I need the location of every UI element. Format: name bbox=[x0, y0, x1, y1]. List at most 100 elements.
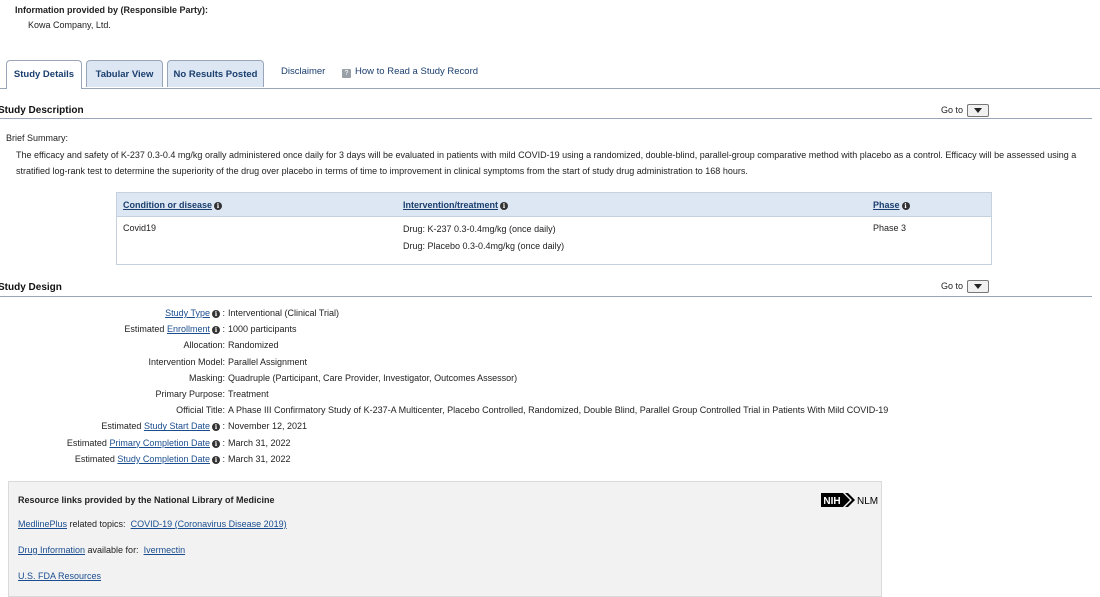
label-colon: : bbox=[219, 453, 225, 464]
nlm-logo-text: NLM bbox=[857, 496, 878, 507]
design-label-prefix: Estimated bbox=[124, 324, 167, 335]
condition-header-link[interactable]: Condition or disease bbox=[123, 200, 212, 210]
design-value: Quadruple (Participant, Care Provider, I… bbox=[228, 372, 518, 383]
design-label-link[interactable]: Enrollment bbox=[167, 324, 210, 334]
tab-study-details[interactable]: Study Details bbox=[6, 60, 82, 89]
goto-label: Go to bbox=[941, 280, 964, 291]
goto-study-description: Go to bbox=[941, 104, 990, 117]
info-icon[interactable]: i bbox=[211, 439, 220, 448]
design-label: Study Type i : bbox=[165, 305, 225, 321]
help-icon: ? bbox=[342, 69, 351, 78]
goto-study-design: Go to bbox=[941, 280, 990, 293]
table-header-row: Condition or disease i Intervention/treat… bbox=[116, 192, 992, 217]
table-row: Covid19 Drug: K-237 0.3-0.4mg/kg (once d… bbox=[116, 216, 992, 265]
design-label: Estimated Enrollment i : bbox=[124, 321, 225, 337]
info-icon[interactable]: i bbox=[500, 201, 509, 210]
design-row: Masking: Quadruple (Participant, Care Pro… bbox=[0, 370, 1100, 386]
design-row: Estimated Enrollment i :1000 participants bbox=[0, 321, 1100, 337]
design-label: Intervention Model: bbox=[148, 354, 225, 370]
intervention-header-link[interactable]: Intervention/treatment bbox=[403, 200, 498, 210]
phase-cell: Phase 3 bbox=[867, 216, 992, 265]
tab-no-results-posted[interactable]: No Results Posted bbox=[167, 60, 264, 87]
how-to-read-label: How to Read a Study Record bbox=[355, 66, 479, 77]
design-value: Treatment bbox=[228, 389, 269, 399]
design-row: Estimated Primary Completion Date i : Marc… bbox=[0, 435, 1100, 451]
design-label-link[interactable]: Primary Completion Date bbox=[109, 438, 210, 448]
info-icon[interactable]: i bbox=[901, 201, 910, 210]
label-colon: : bbox=[219, 421, 225, 432]
info-icon[interactable]: i bbox=[211, 310, 220, 318]
nih-nlm-logo: NIH NLM bbox=[821, 493, 878, 507]
label-colon: : bbox=[219, 437, 225, 448]
drug-info-row: Drug Information available for: Ivermect… bbox=[18, 545, 185, 555]
fda-resources-link[interactable]: U.S. FDA Resources bbox=[18, 571, 101, 581]
section-divider bbox=[0, 118, 1092, 119]
medlineplus-link[interactable]: MedlinePlus bbox=[18, 519, 67, 529]
design-label-prefix: Estimated bbox=[101, 421, 144, 432]
goto-label: Go to bbox=[941, 104, 964, 115]
design-row: Intervention Model: Parallel Assignment bbox=[0, 354, 1100, 370]
tab-tabular-view[interactable]: Tabular View bbox=[86, 60, 163, 87]
intervention-item: Drug: K-237 0.3-0.4mg/kg (once daily) bbox=[403, 224, 556, 234]
tab-disclaimer[interactable]: Disclaimer bbox=[281, 60, 325, 87]
design-value: March 31, 2022 bbox=[228, 437, 291, 448]
design-label: Estimated Study Start Date i : bbox=[101, 418, 225, 434]
info-icon[interactable]: i bbox=[211, 423, 220, 432]
goto-dropdown-button[interactable] bbox=[967, 104, 990, 117]
condition-header: Condition or disease i bbox=[116, 192, 397, 217]
design-label-text: Intervention Model: bbox=[148, 356, 225, 367]
design-row: Estimated Study Completion Date i : March … bbox=[0, 451, 1100, 467]
covid-topic-link[interactable]: COVID-19 (Coronavirus Disease 2019) bbox=[131, 519, 287, 529]
label-colon: : bbox=[219, 324, 225, 335]
design-row: Primary Purpose: Treatment bbox=[0, 386, 1100, 402]
design-label: Primary Purpose: bbox=[155, 386, 225, 402]
intervention-cell: Drug: K-237 0.3-0.4mg/kg (once daily) Dr… bbox=[397, 216, 867, 265]
design-label: Estimated Study Completion Date i : bbox=[75, 451, 225, 467]
label-colon: : bbox=[219, 308, 225, 318]
design-label: Allocation: bbox=[183, 337, 225, 353]
design-label: Official Title: bbox=[176, 402, 225, 418]
design-label-text: Primary Purpose: bbox=[155, 389, 225, 399]
design-row: Estimated Study Start Date i : November 12… bbox=[0, 418, 1100, 434]
design-label-prefix: Estimated bbox=[74, 453, 118, 464]
design-label-text: Allocation: bbox=[183, 340, 225, 351]
info-icon[interactable]: i bbox=[211, 326, 220, 335]
goto-dropdown-button[interactable] bbox=[967, 280, 990, 293]
intervention-header: Intervention/treatment i bbox=[397, 192, 867, 217]
info-icon[interactable]: i bbox=[214, 201, 223, 210]
conditions-table: Condition or disease i Intervention/treat… bbox=[116, 192, 992, 265]
design-value: 1000 participants bbox=[228, 324, 297, 335]
design-label-link[interactable]: Study Start Date bbox=[144, 421, 210, 431]
design-label-text: Masking: bbox=[188, 372, 225, 383]
design-value: A Phase III Confirmatory Study of K-237-… bbox=[228, 405, 889, 416]
design-label-prefix: Estimated bbox=[66, 437, 110, 448]
design-value: Interventional (Clinical Trial) bbox=[228, 308, 340, 318]
info-icon[interactable]: i bbox=[211, 455, 220, 464]
design-label-text: Official Title: bbox=[176, 405, 225, 416]
phase-header: Phase i bbox=[867, 192, 992, 217]
design-label-link[interactable]: Study Type bbox=[165, 308, 210, 318]
design-value: Parallel Assignment bbox=[228, 356, 308, 367]
design-label-link[interactable]: Study Completion Date bbox=[117, 454, 210, 464]
design-row: Official Title: A Phase III Confirmatory … bbox=[0, 402, 1100, 418]
ivermectin-link[interactable]: Ivermectin bbox=[144, 545, 186, 555]
tab-how-to-read[interactable]: ? How to Read a Study Record bbox=[342, 60, 478, 87]
design-row: Allocation: Randomized bbox=[0, 337, 1100, 353]
drug-information-link[interactable]: Drug Information bbox=[18, 545, 85, 555]
resource-links-box: Resource links provided by the National … bbox=[8, 481, 882, 597]
brief-summary-text: The efficacy and safety of K-237 0.3-0.4… bbox=[16, 150, 1077, 176]
medlineplus-text: related topics: bbox=[67, 519, 126, 529]
responsible-party-label: Information provided by (Responsible Par… bbox=[15, 5, 209, 15]
design-label: Estimated Primary Completion Date i : bbox=[67, 435, 225, 451]
tab-bar: Study Details Tabular View No Results Po… bbox=[0, 60, 1100, 89]
phase-header-link[interactable]: Phase bbox=[873, 200, 900, 210]
study-description-title: Study Description bbox=[0, 105, 84, 116]
design-value: March 31, 2022 bbox=[228, 453, 291, 464]
drug-info-text: available for: bbox=[85, 545, 139, 555]
section-divider bbox=[0, 296, 1092, 297]
design-row: Study Type i : Interventional (Clinical Tr… bbox=[0, 305, 1100, 321]
resource-links-title: Resource links provided by the National … bbox=[18, 495, 275, 505]
design-label: Masking: bbox=[189, 370, 225, 386]
design-value: November 12, 2021 bbox=[228, 421, 308, 432]
fda-row: U.S. FDA Resources bbox=[18, 571, 101, 581]
